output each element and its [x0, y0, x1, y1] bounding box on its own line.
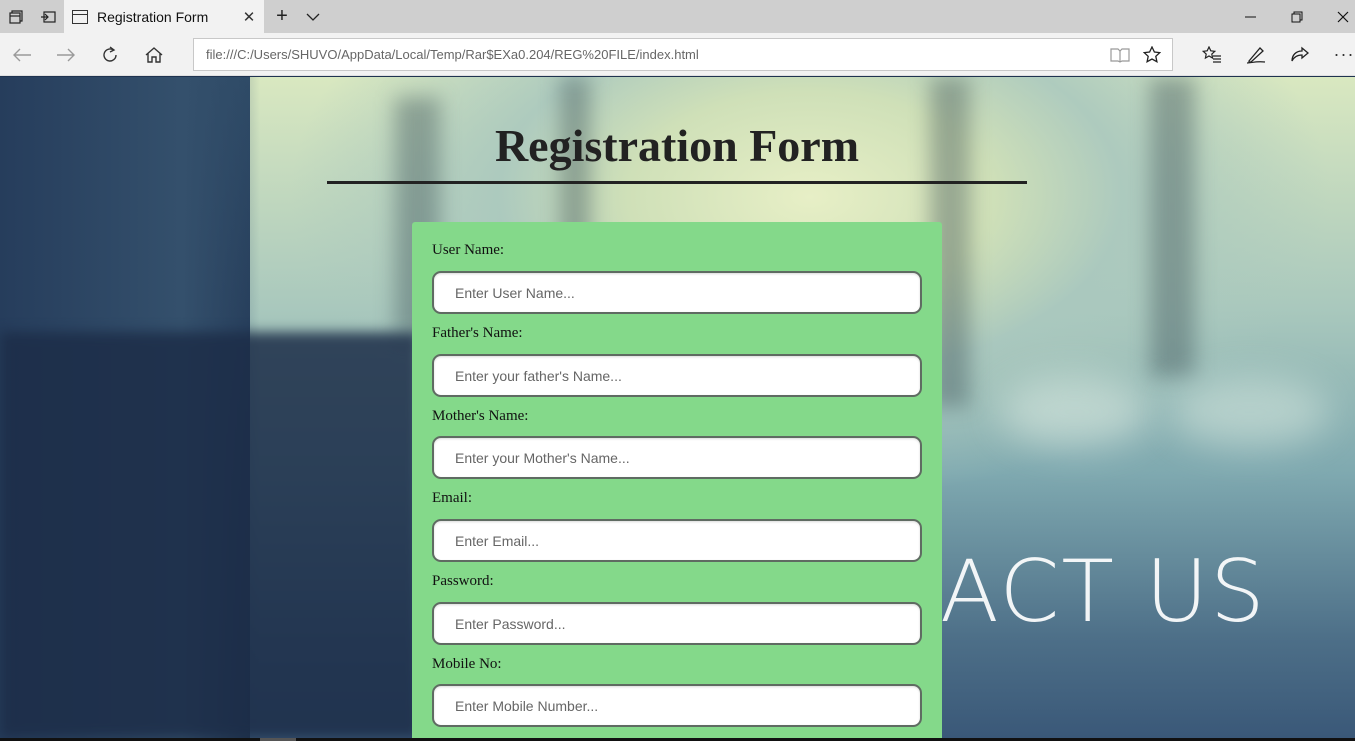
background-blur: [1170, 377, 1330, 447]
close-window-icon[interactable]: [1320, 0, 1355, 33]
mothers-name-input[interactable]: [432, 436, 922, 479]
fathers-name-input[interactable]: [432, 354, 922, 397]
tab-bar: Registration Form ✕ +: [0, 0, 1355, 33]
registration-form: User Name: Father's Name: Mother's Name:…: [412, 222, 942, 738]
password-input[interactable]: [432, 602, 922, 645]
background-blur: [0, 332, 420, 738]
home-icon[interactable]: [132, 33, 176, 76]
user-name-input[interactable]: [432, 271, 922, 314]
title-underline: [327, 181, 1027, 184]
set-aside-tabs-icon[interactable]: [32, 0, 64, 33]
mobile-number-input[interactable]: [432, 684, 922, 727]
favorites-list-icon[interactable]: [1190, 33, 1234, 76]
fathers-name-label: Father's Name:: [432, 325, 523, 341]
navigation-bar: file:///C:/Users/SHUVO/AppData/Local/Tem…: [0, 33, 1355, 76]
background-blur: [1150, 77, 1195, 377]
email-input[interactable]: [432, 519, 922, 562]
tab-close-icon[interactable]: ✕: [234, 0, 264, 33]
forward-icon[interactable]: [44, 33, 88, 76]
mobile-number-label: Mobile No:: [432, 656, 502, 672]
address-url[interactable]: file:///C:/Users/SHUVO/AppData/Local/Tem…: [206, 47, 699, 62]
refresh-icon[interactable]: [88, 33, 132, 76]
mothers-name-label: Mother's Name:: [432, 408, 529, 424]
page-favicon-icon: [72, 9, 88, 24]
more-icon[interactable]: ···: [1322, 33, 1355, 76]
active-tab[interactable]: Registration Form ✕: [64, 0, 264, 33]
share-icon[interactable]: [1278, 33, 1322, 76]
reading-view-icon[interactable]: [1104, 39, 1136, 70]
restore-icon[interactable]: [1274, 0, 1320, 33]
pen-icon[interactable]: [1234, 33, 1278, 76]
user-name-label: User Name:: [432, 242, 505, 258]
background-contact-text: ACT US: [940, 542, 1267, 642]
tab-groups-icon[interactable]: [0, 0, 32, 33]
new-tab-icon[interactable]: +: [266, 0, 298, 33]
password-label: Password:: [432, 573, 494, 589]
minimize-icon[interactable]: [1228, 0, 1274, 33]
back-icon[interactable]: [0, 33, 44, 76]
page-title: Registration Form: [494, 120, 860, 171]
tab-list-chevron-icon[interactable]: [297, 0, 329, 33]
tab-title: Registration Form: [97, 8, 209, 25]
page-viewport: ACT US Registration Form User Name: Fath…: [0, 77, 1355, 738]
email-label: Email:: [432, 490, 472, 506]
address-bar[interactable]: file:///C:/Users/SHUVO/AppData/Local/Tem…: [193, 38, 1173, 71]
favorite-star-icon[interactable]: [1136, 39, 1168, 70]
background-blur: [1000, 377, 1150, 447]
